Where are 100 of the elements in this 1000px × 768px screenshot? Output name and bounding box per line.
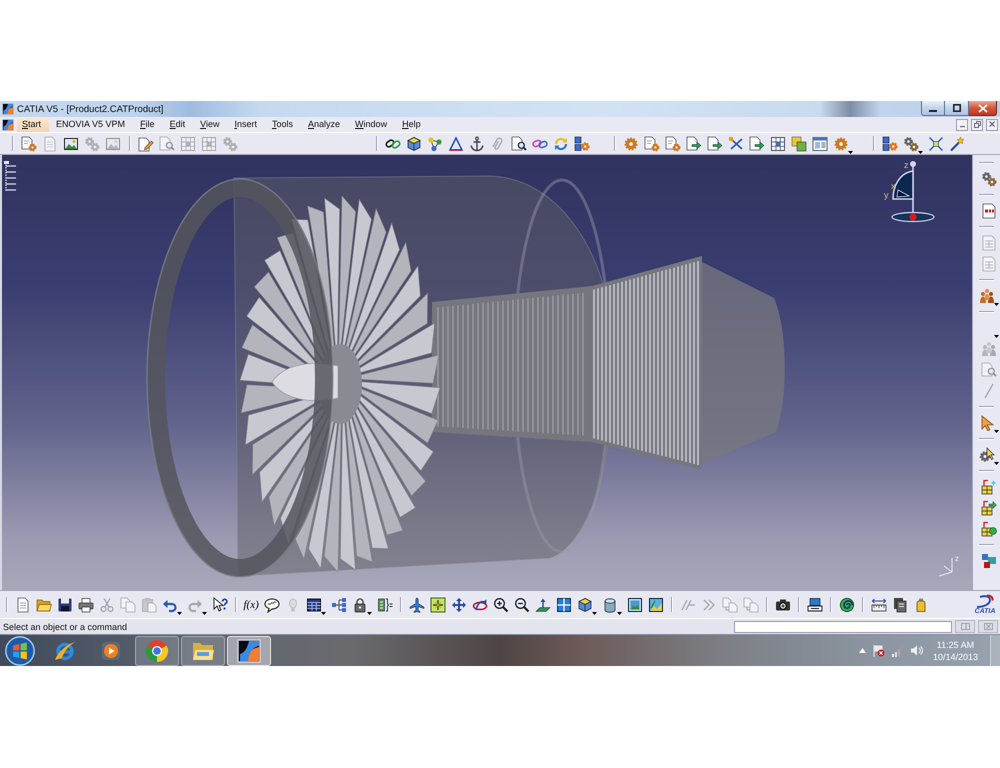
gear-document-icon[interactable] <box>644 136 660 152</box>
gear-document-icon[interactable] <box>20 136 36 152</box>
speech-bubble-icon[interactable] <box>264 596 280 612</box>
gear-document-icon[interactable] <box>664 136 680 152</box>
blocks-arrow-icon[interactable] <box>980 500 996 516</box>
menu-item[interactable]: Start <box>17 117 49 132</box>
blocks-circle-icon[interactable] <box>980 520 996 536</box>
menu-item[interactable]: View <box>192 117 227 132</box>
crossed-arrows-icon[interactable] <box>728 136 744 152</box>
stacked-squares-icon[interactable] <box>980 552 996 568</box>
camera-icon[interactable] <box>774 596 791 612</box>
menu-item[interactable]: Tools <box>264 117 301 132</box>
maximize-button[interactable] <box>945 101 969 116</box>
stacked-sheets-icon[interactable] <box>892 596 908 612</box>
menu-item[interactable]: ENOVIA V5 VPM <box>48 117 133 132</box>
restore-icon <box>974 121 980 128</box>
glow-tile-icon[interactable] <box>2 118 14 130</box>
up-caret-icon[interactable] <box>858 648 866 653</box>
stacked-tiles-icon[interactable] <box>790 136 806 152</box>
dropdown-caret-icon[interactable] <box>616 612 622 614</box>
cube-icon[interactable] <box>406 136 422 152</box>
tree-icon[interactable] <box>3 160 17 194</box>
padlock-icon[interactable] <box>352 596 368 612</box>
glow-tile-icon[interactable] <box>2 103 14 115</box>
restore-icon <box>960 623 970 630</box>
axis-label: y <box>884 190 888 200</box>
menu-item[interactable]: Help <box>394 117 428 132</box>
triangle-icon[interactable] <box>448 136 464 152</box>
dropdown-caret-icon[interactable] <box>176 612 182 614</box>
cube-icon[interactable] <box>576 596 593 612</box>
grid-icon[interactable] <box>770 136 786 152</box>
gears-icon[interactable] <box>902 136 918 152</box>
picture-icon[interactable] <box>62 136 78 152</box>
anchor-icon[interactable] <box>468 136 484 152</box>
ruler-icon[interactable] <box>870 596 887 612</box>
blocks-star-icon[interactable] <box>980 478 996 494</box>
folder-icon[interactable] <box>36 596 52 612</box>
menu-item[interactable]: Edit <box>162 117 193 132</box>
four-panes-icon[interactable] <box>556 596 572 612</box>
gear-icon[interactable] <box>622 136 638 152</box>
dropdown-caret-icon[interactable] <box>994 302 998 306</box>
glow-tile-icon[interactable] <box>237 638 261 662</box>
spiral-icon[interactable] <box>838 596 855 612</box>
close-button[interactable] <box>969 101 997 116</box>
tree-diagram-icon[interactable] <box>330 596 347 612</box>
fit-frame-icon[interactable] <box>430 596 446 612</box>
segmented-circle-icon[interactable] <box>145 638 169 662</box>
zoom-in-icon[interactable] <box>492 596 509 612</box>
molecule-icon[interactable] <box>426 136 442 152</box>
table-icon[interactable] <box>306 596 322 612</box>
expand-arrows-icon[interactable] <box>928 136 944 152</box>
plane-arrow-icon[interactable] <box>534 596 551 612</box>
help-pointer-icon[interactable] <box>212 596 228 612</box>
pointer-icon[interactable] <box>978 414 994 430</box>
four-way-arrow-icon[interactable] <box>450 596 467 612</box>
command-input-field[interactable] <box>734 620 952 632</box>
gears-icon[interactable] <box>980 170 996 186</box>
magic-wand-icon[interactable] <box>948 136 964 152</box>
dropdown-caret-icon[interactable] <box>994 430 998 432</box>
cylinder-icon[interactable] <box>602 596 618 612</box>
dropdown-caret-icon[interactable] <box>994 334 998 338</box>
dropdown-caret-icon[interactable] <box>994 462 998 464</box>
flag-icon[interactable] <box>872 644 885 657</box>
taskbar-button[interactable] <box>227 636 271 666</box>
circular-arrows-icon[interactable] <box>552 136 568 152</box>
document-arrow-icon[interactable] <box>706 136 722 152</box>
document-magnifier-icon[interactable] <box>510 136 526 152</box>
compass-drawing[interactable] <box>891 161 935 222</box>
document-pencil-icon[interactable] <box>138 136 154 152</box>
monitor-icon[interactable] <box>806 596 823 612</box>
printer-icon[interactable] <box>78 596 94 612</box>
zoom-out-icon[interactable] <box>514 596 530 612</box>
gear-blocks-icon[interactable] <box>574 136 590 152</box>
gear-blocks-icon[interactable] <box>882 136 898 152</box>
axis-label: x <box>891 181 896 191</box>
rotate-icon[interactable] <box>472 596 488 612</box>
start-orb-icon[interactable] <box>5 636 35 666</box>
signal-bars-icon[interactable] <box>890 644 904 656</box>
swap-picture-icon[interactable] <box>648 596 664 612</box>
document-icon[interactable] <box>14 596 30 612</box>
airplane-icon[interactable] <box>408 596 425 612</box>
document-arrow-icon[interactable] <box>748 136 764 152</box>
formula-button[interactable]: f(x) <box>244 596 259 612</box>
document-arrow-icon[interactable] <box>686 136 702 152</box>
menu-item[interactable]: Window <box>348 117 395 132</box>
framed-picture-icon[interactable] <box>626 596 643 612</box>
menu-item[interactable]: Insert <box>226 117 264 132</box>
window-panes-icon[interactable] <box>812 136 828 152</box>
gear-pointer-icon[interactable] <box>978 446 994 462</box>
restore-button[interactable] <box>971 118 983 130</box>
menu-item[interactable]: File <box>132 117 162 132</box>
minimize-button[interactable] <box>921 101 945 116</box>
dropdown-caret-icon[interactable] <box>366 612 372 614</box>
dropdown-caret-icon[interactable] <box>320 612 326 614</box>
bracket-icon[interactable] <box>376 596 393 612</box>
dropdown-caret-icon[interactable] <box>592 612 597 614</box>
menu-item[interactable]: Analyze <box>300 117 348 132</box>
figures-icon[interactable] <box>978 288 994 304</box>
close-button[interactable] <box>986 118 998 130</box>
report-icon[interactable] <box>980 202 996 218</box>
